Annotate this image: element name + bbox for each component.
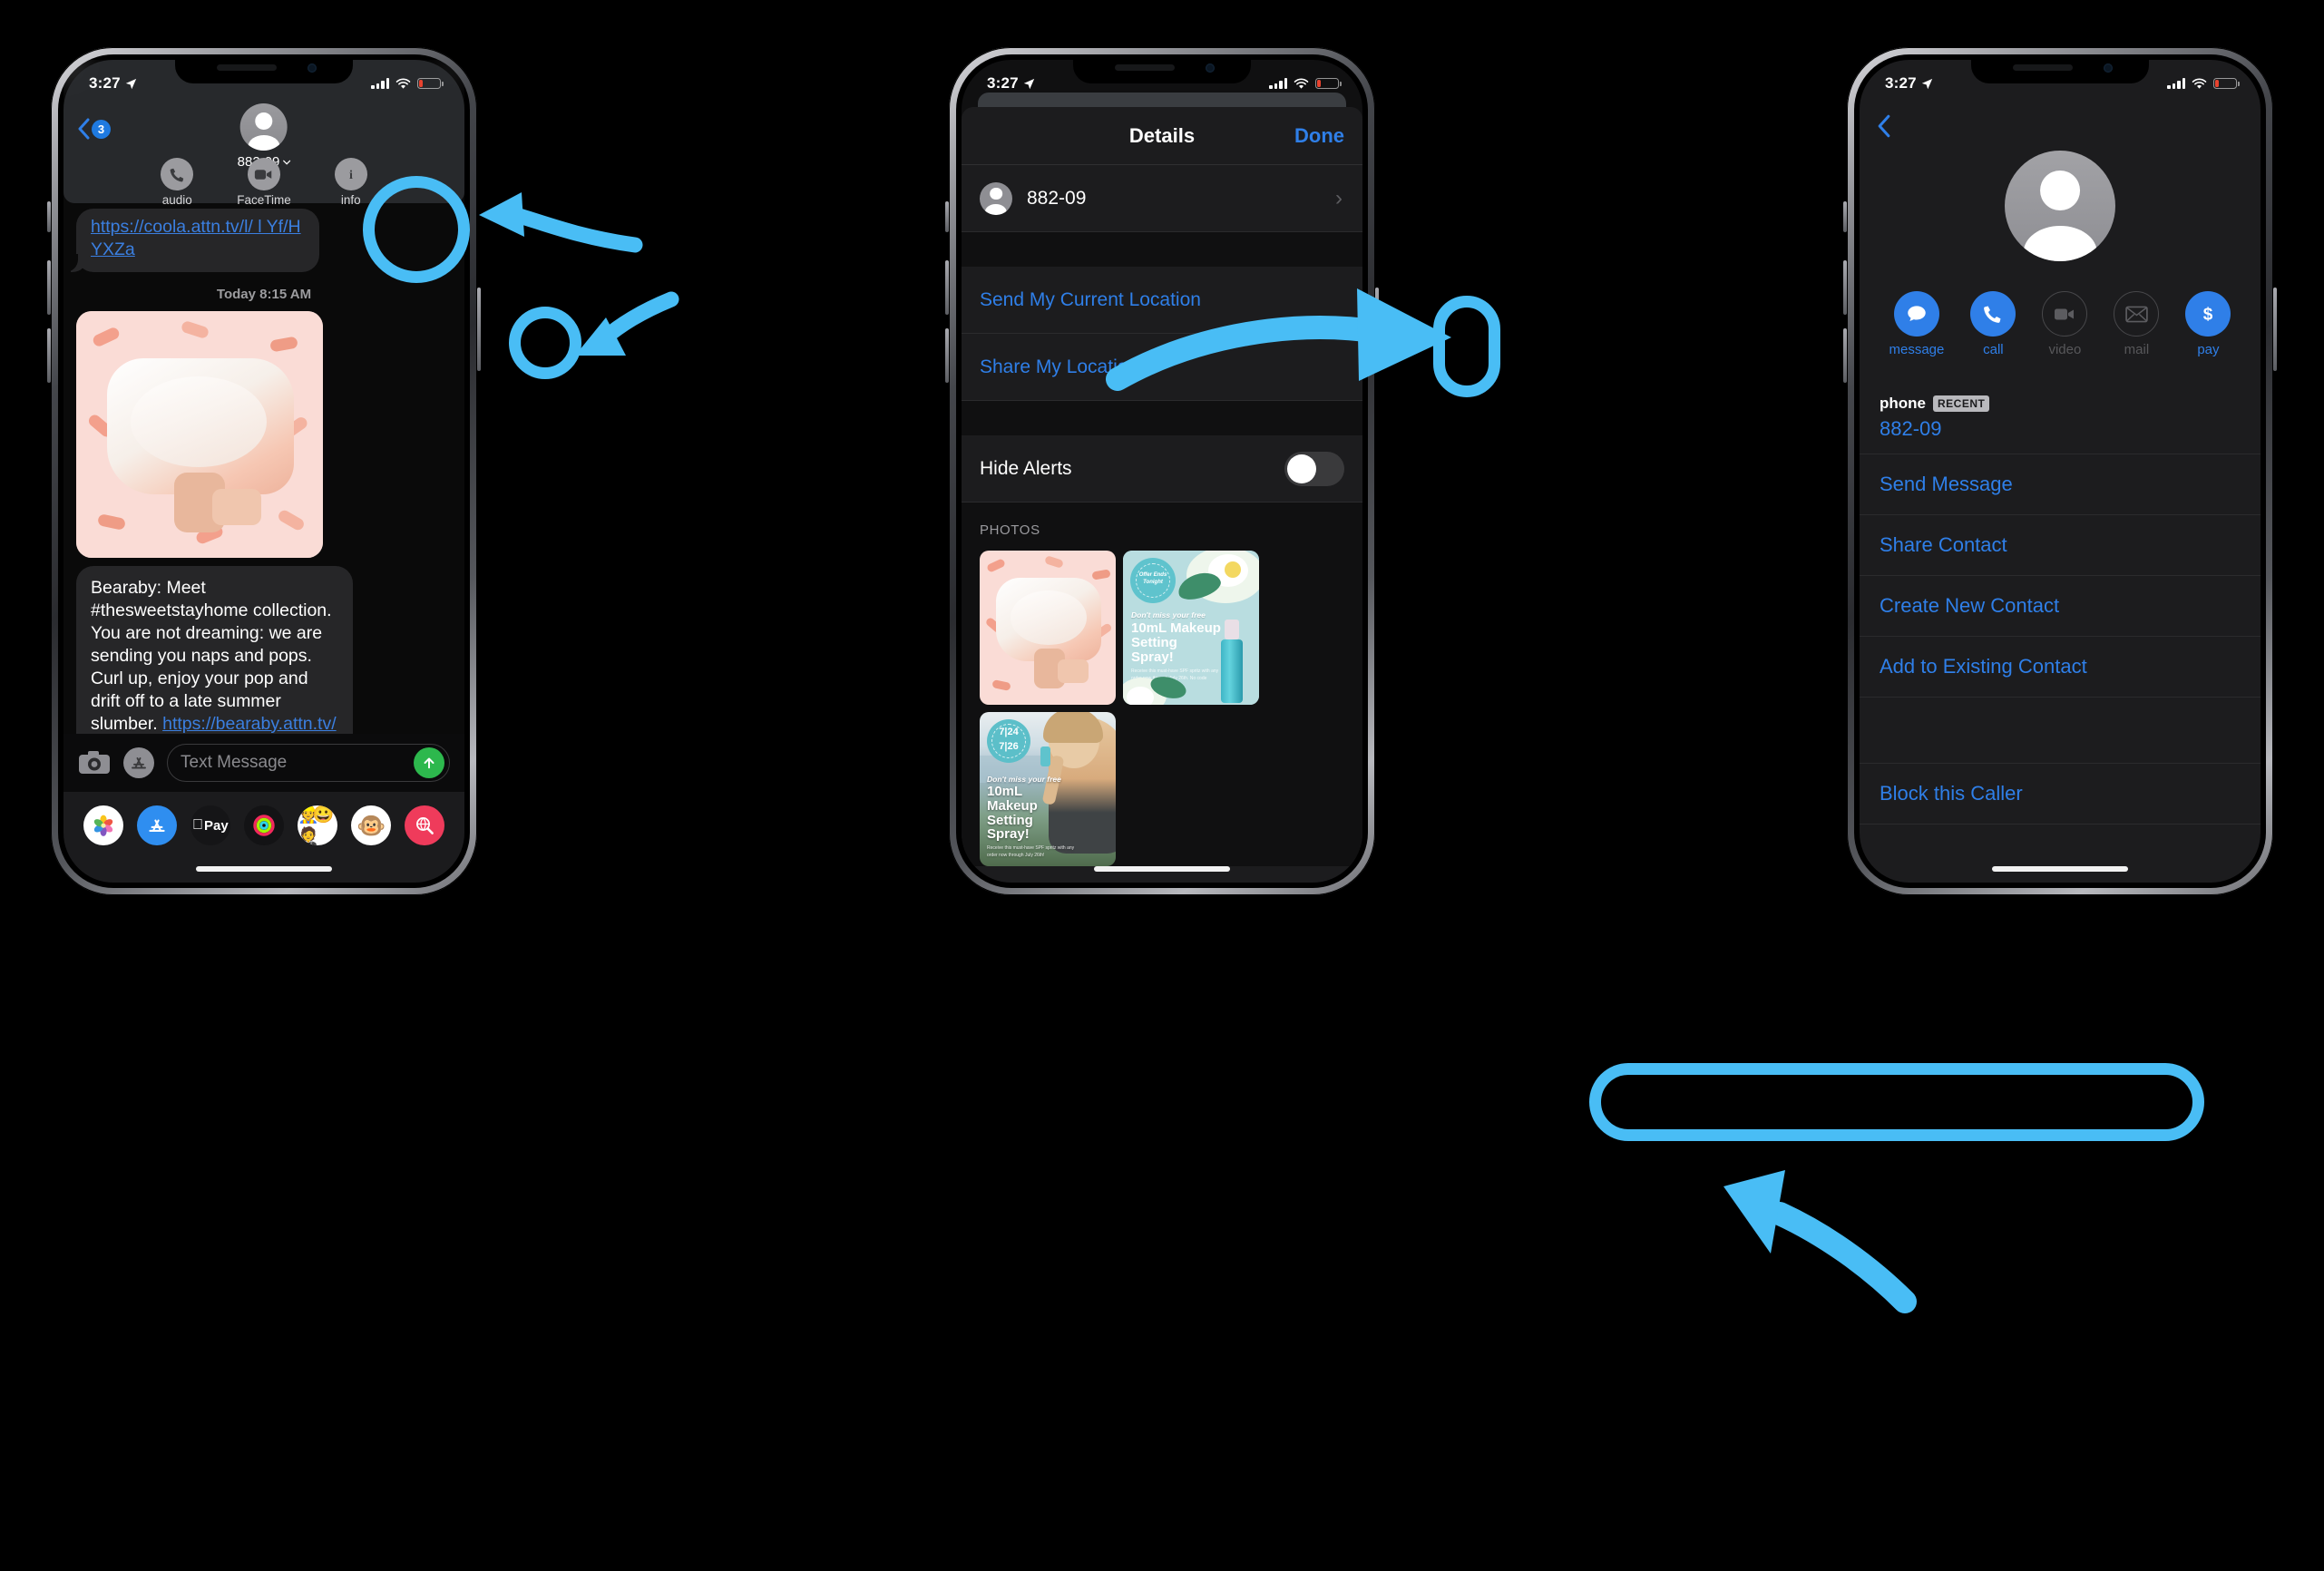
annotation-arrow-to-avatar [479,192,643,253]
annotation-arrow-to-block [1723,1170,1917,1313]
annotation-arrow-to-info [575,291,679,356]
annotation-arrow-to-chevron [1106,288,1451,391]
annotation-arrows [479,192,1917,1313]
screenshot-stage: 3:27 3 audio FaceTime i info https://coo… [0,0,2324,1571]
